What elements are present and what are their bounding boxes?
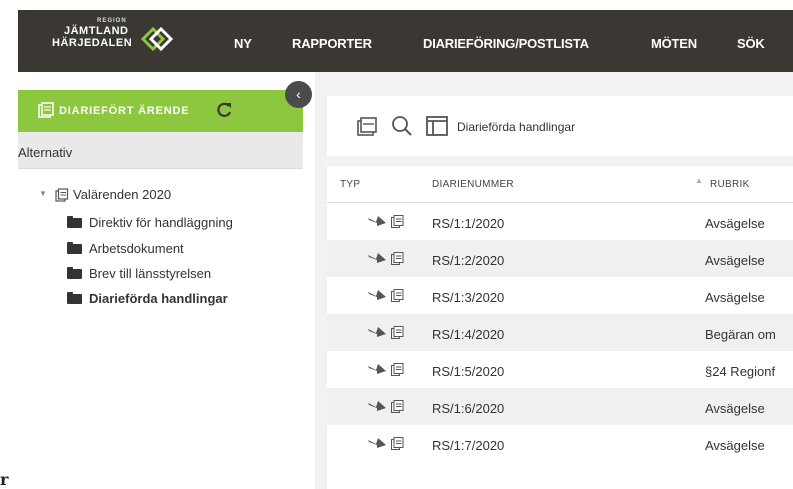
row-diarienummer: RS/1:1/2020 [432, 216, 505, 231]
table-row[interactable]: RS/1:7/2020 Avsägelse [327, 425, 793, 462]
document-stack-icon [38, 102, 54, 118]
region-logo[interactable]: REGION JÄMTLAND HÄRJEDALEN [45, 14, 205, 66]
case-header-label: DIARIEFÖRT ÄRENDE [59, 105, 190, 117]
layout-icon[interactable] [425, 115, 449, 137]
logo-line-2: HÄRJEDALEN [52, 37, 133, 49]
row-rubrik: Avsägelse [705, 401, 765, 416]
refresh-icon[interactable] [215, 101, 233, 119]
column-header-rubrik[interactable]: RUBRIK [710, 179, 750, 190]
nav-item-rapporter[interactable]: RAPPORTER [292, 36, 372, 51]
table-row[interactable]: RS/1:5/2020 §24 Regionf [327, 351, 793, 388]
row-rubrik: Avsägelse [705, 290, 765, 305]
document-stack-icon [391, 326, 404, 339]
table-header: TYP DIARIENUMMER ▲ RUBRIK [327, 166, 793, 203]
document-stack-icon [55, 188, 69, 202]
row-rubrik: Avsägelse [705, 438, 765, 453]
forward-arrow-icon [368, 364, 386, 374]
forward-arrow-icon [368, 290, 386, 300]
case-header[interactable]: DIARIEFÖRT ÄRENDE [18, 90, 303, 132]
folder-icon [67, 267, 82, 279]
column-header-diarienummer[interactable]: DIARIENUMMER [432, 179, 514, 190]
tree-root-label: Valärenden 2020 [73, 187, 172, 202]
document-stack-icon [391, 400, 404, 413]
table-row[interactable]: RS/1:4/2020 Begäran om [327, 314, 793, 351]
content-toolbar: Diarieförda handlingar [327, 96, 793, 156]
row-diarienummer: RS/1:7/2020 [432, 438, 505, 453]
forward-arrow-icon [368, 253, 386, 263]
edge-text: r [0, 470, 9, 489]
tree-item-label: Brev till länsstyrelsen [89, 266, 212, 281]
table-row[interactable]: RS/1:3/2020 Avsägelse [327, 277, 793, 314]
row-rubrik: Begäran om [705, 327, 776, 342]
tree-item-label: Direktiv för handläggning [89, 215, 233, 230]
row-diarienummer: RS/1:4/2020 [432, 327, 505, 342]
caret-down-icon[interactable]: ▼ [39, 189, 47, 198]
search-icon[interactable] [391, 115, 413, 137]
forward-arrow-icon [368, 401, 386, 411]
collapse-sidebar-button[interactable]: ‹ [285, 81, 312, 108]
tree-item-label: Diarieförda handlingar [89, 291, 228, 306]
table-row[interactable]: RS/1:6/2020 Avsägelse [327, 388, 793, 425]
sort-ascending-icon[interactable]: ▲ [695, 176, 703, 185]
table-row[interactable]: RS/1:1/2020 Avsägelse [327, 203, 793, 240]
forward-arrow-icon [368, 438, 386, 448]
table-row[interactable]: RS/1:2/2020 Avsägelse [327, 240, 793, 277]
document-stack-icon [391, 437, 404, 450]
chevron-left-icon: ‹ [296, 86, 301, 102]
forward-arrow-icon [368, 327, 386, 337]
row-diarienummer: RS/1:2/2020 [432, 253, 505, 268]
forward-arrow-icon [368, 216, 386, 226]
toolbar-title: Diarieförda handlingar [457, 120, 576, 134]
documents-table: TYP DIARIENUMMER ▲ RUBRIK RS/1:1/2020 Av… [327, 166, 793, 489]
row-rubrik: Avsägelse [705, 253, 765, 268]
logo-line-1: JÄMTLAND [64, 25, 129, 37]
tree-item-label: Arbetsdokument [89, 241, 184, 256]
folder-icon [67, 242, 82, 254]
alternatives-label: Alternativ [18, 145, 73, 160]
logo-mark-icon [140, 26, 174, 52]
document-stack-icon [391, 363, 404, 376]
alternatives-row[interactable]: Alternativ [18, 132, 303, 169]
row-diarienummer: RS/1:6/2020 [432, 401, 505, 416]
document-stack-icon [391, 252, 404, 265]
row-rubrik: Avsägelse [705, 216, 765, 231]
nav-item-moten[interactable]: MÖTEN [651, 36, 697, 51]
row-rubrik: §24 Regionf [705, 364, 776, 379]
nav-item-sok[interactable]: SÖK [737, 36, 765, 51]
logo-region-text: REGION [97, 18, 127, 24]
archive-icon[interactable] [356, 115, 378, 137]
document-stack-icon [391, 289, 404, 302]
nav-item-diarieforing[interactable]: DIARIEFÖRING/POSTLISTA [423, 36, 589, 51]
nav-item-ny[interactable]: NY [234, 36, 252, 51]
row-diarienummer: RS/1:5/2020 [432, 364, 505, 379]
row-diarienummer: RS/1:3/2020 [432, 290, 505, 305]
column-header-typ[interactable]: TYP [340, 179, 360, 190]
document-stack-icon [391, 215, 404, 228]
folder-icon [67, 292, 82, 304]
top-navigation-bar: REGION JÄMTLAND HÄRJEDALEN NY RAPPORTER … [18, 10, 793, 72]
folder-icon [67, 216, 82, 228]
